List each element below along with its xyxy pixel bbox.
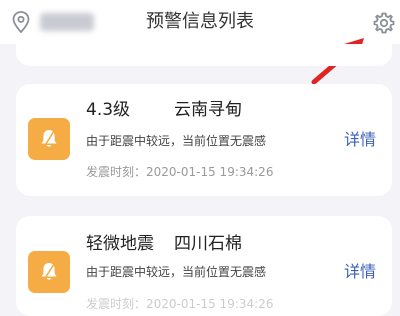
alert-card[interactable]: 4.3级 云南寻甸 由于距震中较远，当前位置无震感 发震时刻：2020-01-1… <box>16 84 392 196</box>
gear-icon[interactable] <box>372 11 396 35</box>
page-title: 预警信息列表 <box>146 11 254 32</box>
previous-card-bottom <box>16 44 392 66</box>
alert-time: 发震时刻：2020-01-15 19:34:26 <box>86 297 274 311</box>
alert-magnitude: 4.3级 <box>86 100 131 120</box>
alert-place: 云南寻甸 <box>174 100 242 120</box>
alert-icon-box <box>28 118 70 160</box>
bell-icon <box>41 263 57 281</box>
alert-card[interactable]: 轻微地震 四川石棉 由于距震中较远，当前位置无震感 发震时刻：2020-01-1… <box>16 216 392 316</box>
bell-icon <box>41 130 57 148</box>
detail-link[interactable]: 详情 <box>344 130 376 150</box>
alert-time: 发震时刻：2020-01-15 19:34:26 <box>86 165 274 179</box>
alert-place: 四川石棉 <box>174 234 242 254</box>
alert-icon-box <box>28 251 70 293</box>
alert-note: 由于距震中较远，当前位置无震感 <box>86 265 267 279</box>
detail-link[interactable]: 详情 <box>344 262 376 282</box>
alert-note: 由于距震中较远，当前位置无震感 <box>86 134 267 148</box>
alert-magnitude: 轻微地震 <box>86 234 154 254</box>
